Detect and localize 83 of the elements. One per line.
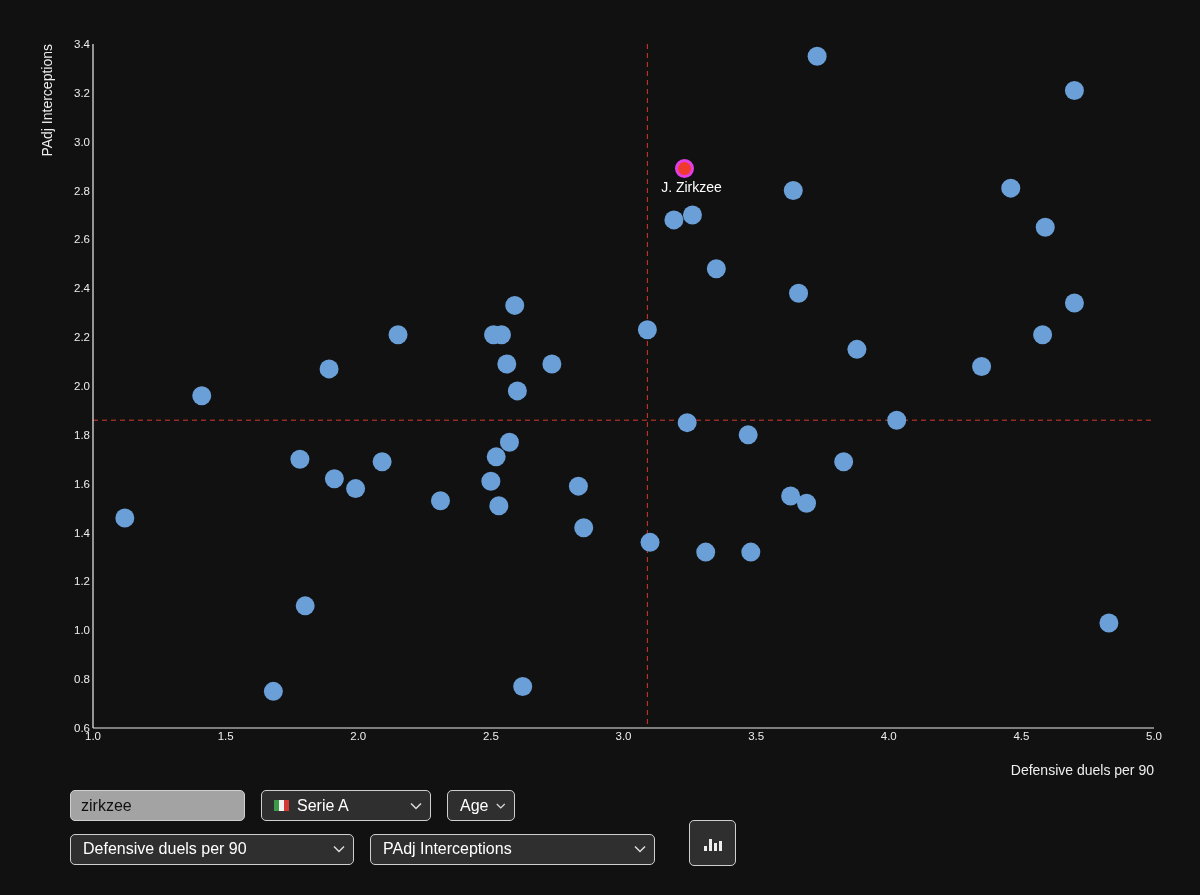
data-point [295,596,315,616]
data-point [781,486,801,506]
data-point [372,452,392,472]
data-point [115,508,135,528]
data-point [574,518,594,538]
y-tick-label: 2.0 [74,380,90,392]
data-point [682,205,702,225]
data-point [972,356,992,376]
y-tick-label: 1.4 [74,526,90,539]
data-point [807,46,827,66]
data-point [290,449,310,469]
y-tick-label: 2.4 [74,282,90,295]
y-axis-title: PAdj Interceptions [39,44,55,157]
chevron-down-icon [496,801,506,810]
data-point [489,496,509,516]
x-tick-label: 2.0 [350,730,367,742]
x-axis-title: Defensive duels per 90 [1010,762,1154,778]
data-point [847,339,867,359]
data-point [1064,80,1084,100]
y-tick-label: 3.0 [74,135,90,148]
flag-icon [274,800,289,811]
data-point [637,320,657,340]
data-point [677,413,697,433]
point-label: J. Zirkzee [661,178,722,195]
data-point [706,259,726,279]
data-point [481,471,501,491]
data-point [192,386,212,406]
data-point [499,432,519,452]
data-point [346,479,366,499]
x-tick-label: 3.5 [748,730,765,742]
x-tick-label: 5.0 [1146,730,1162,742]
data-point [497,354,517,374]
data-point [1033,325,1053,345]
y-tick-label: 1.8 [74,428,90,441]
highlighted-point [675,159,694,179]
sort-select[interactable]: Age [447,790,515,821]
data-point [542,354,562,374]
data-point [1035,217,1055,237]
y-tick-label: 2.8 [74,184,90,197]
y-tick-label: 0.8 [74,673,90,686]
y-tick-label: 1.0 [74,624,90,637]
data-point [797,493,816,513]
data-point [1001,178,1021,198]
data-point [568,476,588,496]
y-tick-label: 1.2 [74,575,90,588]
data-point [696,542,716,562]
y-tick-label: 3.2 [74,86,90,99]
y-tick-label: 3.4 [74,38,90,50]
data-point [789,283,809,303]
x-tick-label: 4.5 [1013,730,1030,742]
x-metric-select[interactable]: Defensive duels per 90 [70,833,354,865]
x-tick-label: 4.0 [880,730,897,742]
chevron-down-icon [333,845,345,853]
data-point [388,325,408,345]
data-point [664,210,684,230]
y-tick-label: 1.6 [74,477,90,490]
data-point [319,359,339,379]
data-point [640,532,660,552]
x-tick-label: 1.5 [217,730,234,742]
data-point [1099,613,1119,633]
y-metric-select[interactable]: PAdj Interceptions [370,833,655,865]
y-tick-label: 2.6 [74,233,90,246]
data-point [887,410,907,430]
league-select[interactable]: Serie A [261,790,431,821]
x-tick-label: 2.5 [482,730,499,742]
y-tick-label: 2.2 [74,331,90,344]
data-point [738,425,758,445]
data-point [486,447,506,467]
data-point [431,491,450,511]
data-point [834,452,854,472]
data-point [513,676,533,696]
data-point [1064,293,1084,313]
data-point [783,181,803,201]
x-tick-label: 3.0 [615,730,632,742]
chart-button[interactable] [689,820,736,866]
data-point [741,542,761,562]
data-point [263,681,283,701]
chevron-down-icon [634,845,646,853]
chevron-down-icon [410,801,422,810]
data-point [507,381,527,401]
search-field[interactable]: zirkzee [70,790,245,821]
data-point [505,295,525,315]
data-point [324,469,344,489]
